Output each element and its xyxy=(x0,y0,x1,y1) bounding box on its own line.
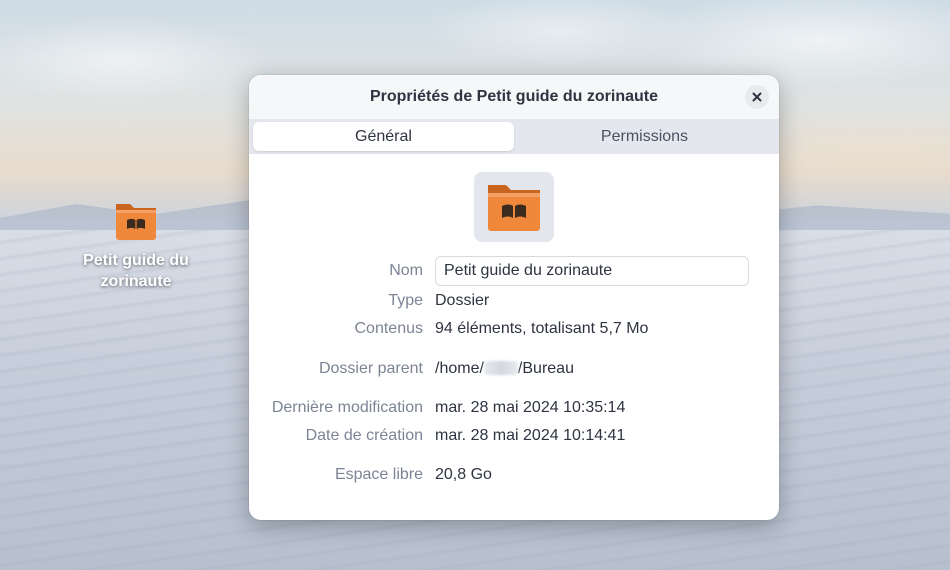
modified-value: mar. 28 mai 2024 10:35:14 xyxy=(435,399,626,416)
created-value: mar. 28 mai 2024 10:14:41 xyxy=(435,427,626,444)
modified-label: Dernière modification xyxy=(271,399,423,416)
free-space-value: 20,8 Go xyxy=(435,466,492,483)
dialog-title: Propriétés de Petit guide du zorinaute xyxy=(369,88,659,105)
general-panel: Nom Type Dossier Contenus 94 éléments, t… xyxy=(249,154,779,489)
tab-general[interactable]: Général xyxy=(253,122,514,151)
row-parent: Dossier parent /home/ /Bureau xyxy=(249,355,779,383)
row-free-space: Espace libre 20,8 Go xyxy=(249,461,779,489)
parent-value[interactable]: /home/ /Bureau xyxy=(435,360,574,378)
name-label: Nom xyxy=(389,262,423,279)
redacted-username xyxy=(483,361,518,375)
close-button[interactable] xyxy=(745,85,769,109)
close-icon xyxy=(752,92,762,102)
folder-book-icon xyxy=(112,196,160,244)
type-label: Type xyxy=(388,292,423,309)
row-name: Nom xyxy=(249,255,779,287)
properties-list: Nom Type Dossier Contenus 94 éléments, t… xyxy=(249,255,779,489)
contents-value: 94 éléments, totalisant 5,7 Mo xyxy=(435,320,649,337)
tab-bar: Général Permissions xyxy=(249,119,779,154)
row-contents: Contenus 94 éléments, totalisant 5,7 Mo xyxy=(249,315,779,343)
free-space-label: Espace libre xyxy=(334,466,423,483)
created-label: Date de création xyxy=(305,427,423,444)
desktop-folder-label: Petit guide du zorinaute xyxy=(83,252,189,290)
row-modified: Dernière modification mar. 28 mai 2024 1… xyxy=(249,394,779,422)
parent-prefix: /home/ xyxy=(435,360,484,377)
name-field[interactable] xyxy=(435,256,749,286)
tab-permissions[interactable]: Permissions xyxy=(514,122,775,151)
dialog-titlebar[interactable]: Propriétés de Petit guide du zorinaute xyxy=(249,75,779,119)
contents-label: Contenus xyxy=(354,320,424,337)
type-value: Dossier xyxy=(435,292,490,309)
desktop-folder-petit-guide[interactable]: Petit guide du zorinaute xyxy=(76,196,196,292)
parent-suffix: /Bureau xyxy=(517,360,574,377)
parent-label: Dossier parent xyxy=(318,360,423,377)
row-created: Date de création mar. 28 mai 2024 10:14:… xyxy=(249,422,779,450)
properties-dialog: Propriétés de Petit guide du zorinaute G… xyxy=(249,75,779,520)
folder-book-icon xyxy=(488,185,540,231)
folder-preview[interactable] xyxy=(474,172,554,242)
row-type: Type Dossier xyxy=(249,287,779,315)
desktop: Petit guide du zorinaute Propriétés de P… xyxy=(0,0,950,570)
